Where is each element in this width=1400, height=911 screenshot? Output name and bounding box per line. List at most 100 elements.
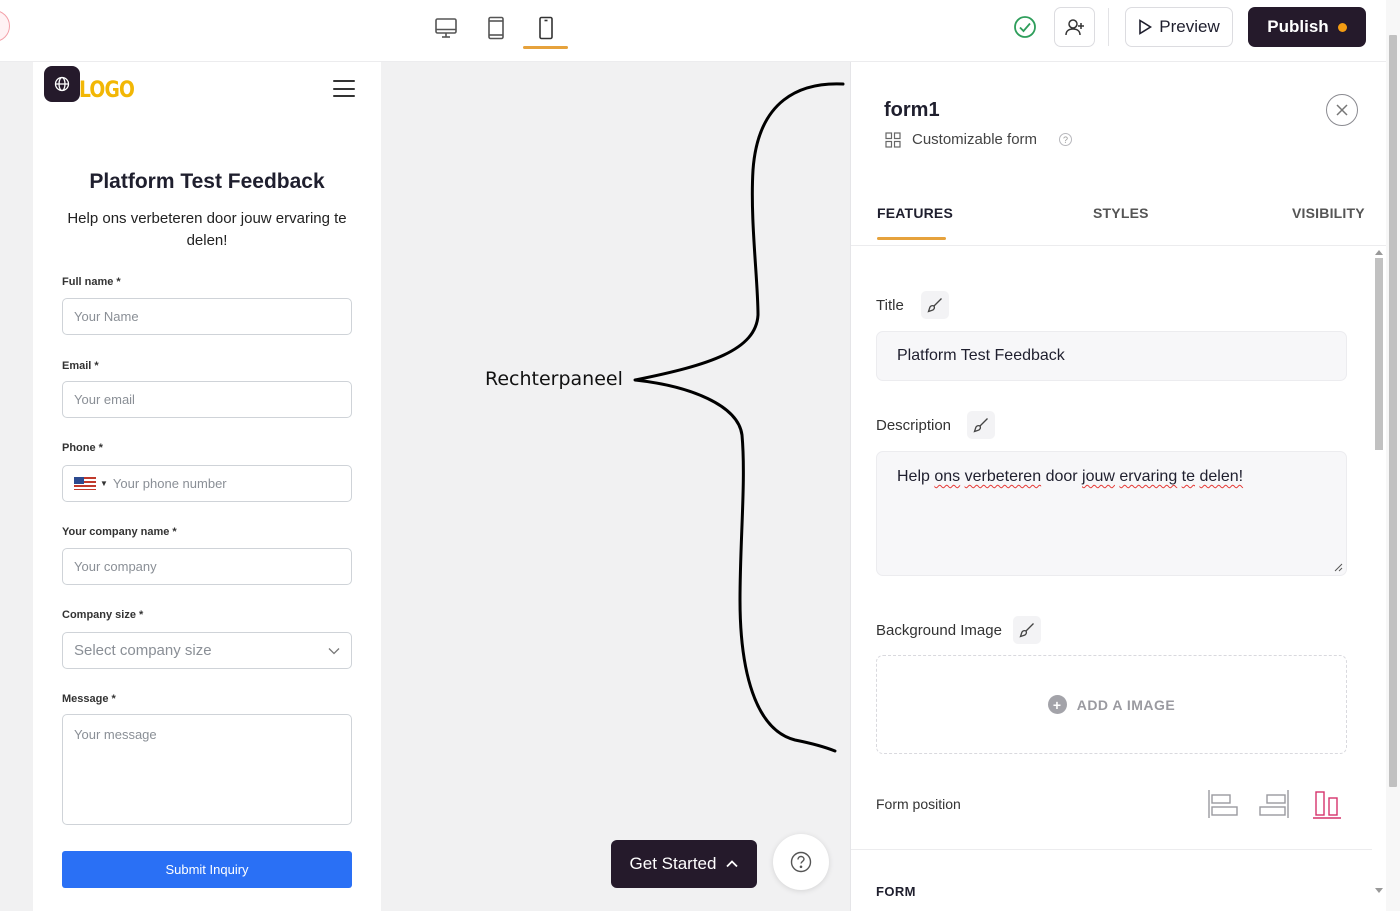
preview-label: Preview	[1159, 17, 1220, 36]
toolbar-separator	[1108, 8, 1109, 46]
align-right-icon[interactable]	[1258, 789, 1290, 819]
message-label: Message *	[62, 693, 116, 705]
saved-check-icon	[1013, 15, 1037, 39]
tab-features[interactable]: FEATURES	[877, 205, 953, 221]
background-style-button[interactable]	[1013, 616, 1041, 644]
submit-inquiry-button[interactable]: Submit Inquiry	[62, 851, 352, 888]
grid-icon	[885, 132, 901, 148]
add-image-dropzone[interactable]: + ADD A IMAGE	[876, 655, 1347, 754]
plus-circle-icon: +	[1047, 695, 1067, 714]
description-field-label: Description	[876, 417, 952, 434]
right-panel: form1 Customizable form ? FEATURES STYLE…	[850, 62, 1387, 911]
message-placeholder: Your message	[74, 727, 157, 742]
email-input[interactable]: Your email	[62, 381, 352, 418]
description-style-button[interactable]	[967, 411, 995, 439]
resize-handle-icon[interactable]	[1334, 563, 1343, 572]
phone-placeholder: Your phone number	[112, 476, 227, 491]
company-size-label: Company size *	[62, 609, 144, 621]
country-caret-icon[interactable]: ▼	[100, 479, 108, 488]
preview-button[interactable]: Preview	[1125, 7, 1233, 47]
add-collaborator-button[interactable]	[1054, 7, 1095, 47]
globe-icon	[54, 76, 70, 92]
title-input[interactable]: Platform Test Feedback	[876, 331, 1347, 381]
title-field-label: Title	[876, 297, 904, 314]
site-logo: LOGO	[79, 78, 135, 103]
publish-label: Publish	[1267, 17, 1329, 36]
desc-word: door	[1045, 468, 1078, 485]
play-icon	[1139, 19, 1153, 35]
get-started-label: Get Started	[629, 854, 717, 873]
form-position-label: Form position	[876, 796, 961, 812]
tab-styles[interactable]: STYLES	[1093, 205, 1149, 221]
mobile-preview: LOGO Platform Test Feedback Help ons ver…	[33, 62, 381, 911]
company-placeholder: Your company	[74, 559, 157, 574]
user-plus-icon	[1064, 19, 1084, 36]
description-textarea[interactable]: Help ons verbeteren door jouw ervaring t…	[876, 451, 1347, 576]
tablet-view-icon[interactable]	[482, 14, 510, 42]
full-name-label: Full name *	[62, 276, 121, 288]
active-device-indicator	[523, 46, 568, 49]
add-image-label: ADD A IMAGE	[1076, 696, 1176, 713]
company-name-label: Your company name *	[62, 526, 177, 538]
panel-scrollbar[interactable]	[1372, 248, 1386, 911]
brush-icon	[1019, 623, 1034, 638]
phone-input[interactable]: ▼ Your phone number	[62, 465, 352, 502]
page-scrollbar[interactable]	[1386, 0, 1400, 911]
panel-title: form1	[884, 99, 940, 121]
desc-word-misspelled: delen!	[1199, 468, 1244, 485]
help-button[interactable]	[773, 834, 829, 890]
panel-scrollbar-thumb[interactable]	[1375, 258, 1383, 450]
form-title: Platform Test Feedback	[89, 170, 325, 193]
desc-word-misspelled: ervaring	[1119, 468, 1178, 485]
desc-word-misspelled: verbeteren	[964, 468, 1042, 485]
desktop-view-icon[interactable]	[432, 14, 460, 42]
brush-icon	[927, 298, 942, 313]
company-size-select[interactable]: Select company size	[62, 632, 352, 669]
publish-button[interactable]: Publish	[1248, 7, 1366, 47]
message-textarea[interactable]: Your message	[62, 714, 352, 825]
mobile-view-icon[interactable]	[532, 14, 560, 42]
brush-icon	[973, 418, 988, 433]
close-icon	[1336, 104, 1348, 116]
scroll-down-arrow-icon[interactable]	[1375, 888, 1383, 893]
page-scrollbar-thumb[interactable]	[1389, 35, 1397, 787]
phone-label: Phone *	[62, 442, 103, 454]
company-name-input[interactable]: Your company	[62, 548, 352, 585]
form-description: Help ons verbeteren door jouw ervaring t…	[67, 210, 347, 249]
chevron-up-icon	[726, 860, 739, 868]
align-left-icon[interactable]	[1207, 789, 1239, 819]
background-image-label: Background Image	[876, 622, 1002, 639]
unpublished-changes-dot	[1337, 22, 1347, 32]
hamburger-menu-icon[interactable]	[333, 80, 355, 97]
full-name-placeholder: Your Name	[74, 309, 139, 324]
desc-word-misspelled: ons	[934, 468, 961, 485]
email-label: Email *	[62, 360, 99, 372]
question-circle-icon	[790, 851, 812, 873]
language-button[interactable]	[44, 66, 80, 102]
align-center-icon[interactable]	[1311, 789, 1343, 819]
desc-word-misspelled: te	[1181, 468, 1196, 485]
curly-brace-annotation	[633, 82, 845, 753]
form-section-label: FORM	[876, 884, 916, 899]
desc-word: Help	[897, 468, 930, 485]
chevron-down-icon	[328, 647, 340, 654]
annotation-label: Rechterpaneel	[485, 368, 623, 390]
top-toolbar: Preview Publish	[0, 0, 1400, 62]
tab-divider	[851, 245, 1387, 246]
us-flag-icon[interactable]	[74, 477, 96, 490]
partial-avatar-icon[interactable]	[0, 10, 10, 42]
close-panel-button[interactable]	[1326, 94, 1358, 126]
panel-subtitle: Customizable form	[912, 131, 1038, 148]
title-style-button[interactable]	[921, 291, 949, 319]
active-tab-indicator	[877, 237, 946, 240]
email-placeholder: Your email	[74, 392, 135, 407]
tab-visibility[interactable]: VISIBILITY	[1292, 205, 1365, 221]
get-started-button[interactable]: Get Started	[611, 840, 757, 888]
scroll-up-arrow-icon[interactable]	[1375, 250, 1383, 255]
company-size-placeholder: Select company size	[74, 642, 212, 659]
full-name-input[interactable]: Your Name	[62, 298, 352, 335]
desc-word-misspelled: jouw	[1082, 468, 1115, 485]
section-divider	[851, 849, 1372, 850]
info-icon[interactable]: ?	[1059, 133, 1072, 146]
title-input-value: Platform Test Feedback	[897, 347, 1065, 364]
